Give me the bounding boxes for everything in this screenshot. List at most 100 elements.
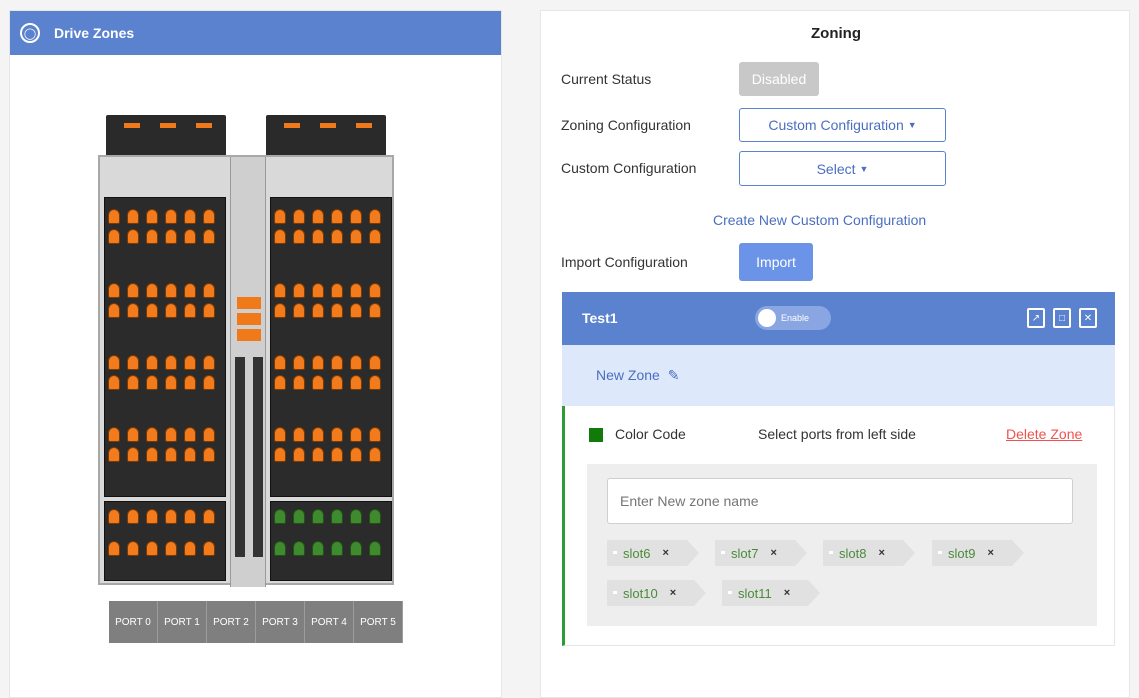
drive-slot[interactable] — [146, 427, 158, 442]
drive-slot[interactable] — [127, 355, 139, 370]
drive-slot[interactable] — [293, 283, 305, 298]
drive-slot[interactable] — [184, 355, 196, 370]
drive-slot[interactable] — [127, 303, 139, 318]
drive-slot[interactable] — [146, 541, 158, 556]
drive-slot[interactable] — [293, 427, 305, 442]
drive-slot[interactable] — [184, 209, 196, 224]
drive-slot[interactable] — [350, 229, 362, 244]
drive-slot[interactable] — [274, 229, 286, 244]
drive-slot[interactable] — [146, 375, 158, 390]
drive-slot[interactable] — [331, 375, 343, 390]
drive-slot[interactable] — [108, 375, 120, 390]
drive-slot[interactable] — [350, 283, 362, 298]
drive-slot[interactable] — [331, 229, 343, 244]
drive-slot[interactable] — [146, 229, 158, 244]
port-5[interactable]: PORT 5 — [354, 601, 403, 643]
drive-slot[interactable] — [165, 355, 177, 370]
drive-slot[interactable] — [369, 375, 381, 390]
drive-slot[interactable] — [203, 229, 215, 244]
drive-slot[interactable] — [203, 427, 215, 442]
drive-slot[interactable] — [312, 509, 324, 524]
drive-slot[interactable] — [312, 303, 324, 318]
remove-tag-icon[interactable]: × — [987, 547, 993, 559]
drive-slot[interactable] — [331, 283, 343, 298]
drive-slot[interactable] — [312, 375, 324, 390]
port-1[interactable]: PORT 1 — [158, 601, 207, 643]
drive-slot[interactable] — [108, 447, 120, 462]
drive-slot[interactable] — [350, 447, 362, 462]
drive-slot[interactable] — [203, 209, 215, 224]
drive-slot[interactable] — [369, 509, 381, 524]
drive-slot[interactable] — [274, 375, 286, 390]
drive-slot[interactable] — [146, 447, 158, 462]
drive-slot[interactable] — [293, 375, 305, 390]
drive-slot[interactable] — [274, 427, 286, 442]
drive-slot[interactable] — [146, 303, 158, 318]
drive-slot[interactable] — [203, 541, 215, 556]
drive-slot[interactable] — [108, 541, 120, 556]
export-icon[interactable]: ↗ — [1027, 308, 1045, 328]
drive-slot[interactable] — [350, 209, 362, 224]
drive-slot[interactable] — [293, 355, 305, 370]
drive-slot[interactable] — [274, 447, 286, 462]
drive-slot[interactable] — [108, 229, 120, 244]
drive-slot[interactable] — [127, 283, 139, 298]
pencil-icon[interactable]: ✎ — [668, 367, 680, 383]
drive-slot[interactable] — [127, 427, 139, 442]
zone-name[interactable]: New Zone ✎ — [596, 367, 679, 384]
drive-slot[interactable] — [127, 229, 139, 244]
drive-slot[interactable] — [331, 447, 343, 462]
drive-slot[interactable] — [203, 303, 215, 318]
drive-slot[interactable] — [184, 375, 196, 390]
drive-slot[interactable] — [146, 509, 158, 524]
drive-slot[interactable] — [108, 509, 120, 524]
drive-slot[interactable] — [184, 509, 196, 524]
drive-slot[interactable] — [184, 447, 196, 462]
drive-slot[interactable] — [293, 509, 305, 524]
drive-slot[interactable] — [369, 229, 381, 244]
drive-slot[interactable] — [127, 209, 139, 224]
drive-slot[interactable] — [127, 541, 139, 556]
remove-tag-icon[interactable]: × — [770, 547, 776, 559]
save-icon[interactable]: □ — [1053, 308, 1071, 328]
drive-slot[interactable] — [293, 229, 305, 244]
drive-slot[interactable] — [331, 427, 343, 442]
drive-slot[interactable] — [203, 355, 215, 370]
create-config-link[interactable]: Create New Custom Configuration — [713, 212, 926, 228]
drive-slot[interactable] — [274, 303, 286, 318]
drive-slot[interactable] — [312, 209, 324, 224]
drive-slot[interactable] — [369, 355, 381, 370]
drive-slot[interactable] — [369, 447, 381, 462]
port-0[interactable]: PORT 0 — [109, 601, 158, 643]
drive-slot[interactable] — [350, 355, 362, 370]
drive-slot[interactable] — [350, 303, 362, 318]
port-3[interactable]: PORT 3 — [256, 601, 305, 643]
drive-slot[interactable] — [165, 509, 177, 524]
drive-slot[interactable] — [127, 447, 139, 462]
remove-tag-icon[interactable]: × — [784, 587, 790, 599]
drive-slot[interactable] — [165, 375, 177, 390]
drive-slot[interactable] — [165, 209, 177, 224]
remove-tag-icon[interactable]: × — [878, 547, 884, 559]
drive-slot[interactable] — [146, 355, 158, 370]
drive-slot[interactable] — [369, 283, 381, 298]
drive-slot[interactable] — [203, 375, 215, 390]
drive-slot[interactable] — [312, 541, 324, 556]
drive-slot[interactable] — [146, 209, 158, 224]
zone-name-input[interactable] — [607, 478, 1073, 524]
drive-slot[interactable] — [165, 229, 177, 244]
drive-slot[interactable] — [184, 427, 196, 442]
drive-slot[interactable] — [369, 209, 381, 224]
drive-slot[interactable] — [331, 541, 343, 556]
drive-slot[interactable] — [274, 355, 286, 370]
drive-slot[interactable] — [369, 427, 381, 442]
enable-toggle[interactable]: Enable — [755, 306, 831, 330]
drive-slot[interactable] — [312, 447, 324, 462]
drive-slot[interactable] — [369, 541, 381, 556]
drive-slot[interactable] — [165, 541, 177, 556]
port-4[interactable]: PORT 4 — [305, 601, 354, 643]
drive-slot[interactable] — [165, 303, 177, 318]
drive-slot[interactable] — [108, 209, 120, 224]
drive-slot[interactable] — [350, 541, 362, 556]
drive-slot[interactable] — [331, 355, 343, 370]
